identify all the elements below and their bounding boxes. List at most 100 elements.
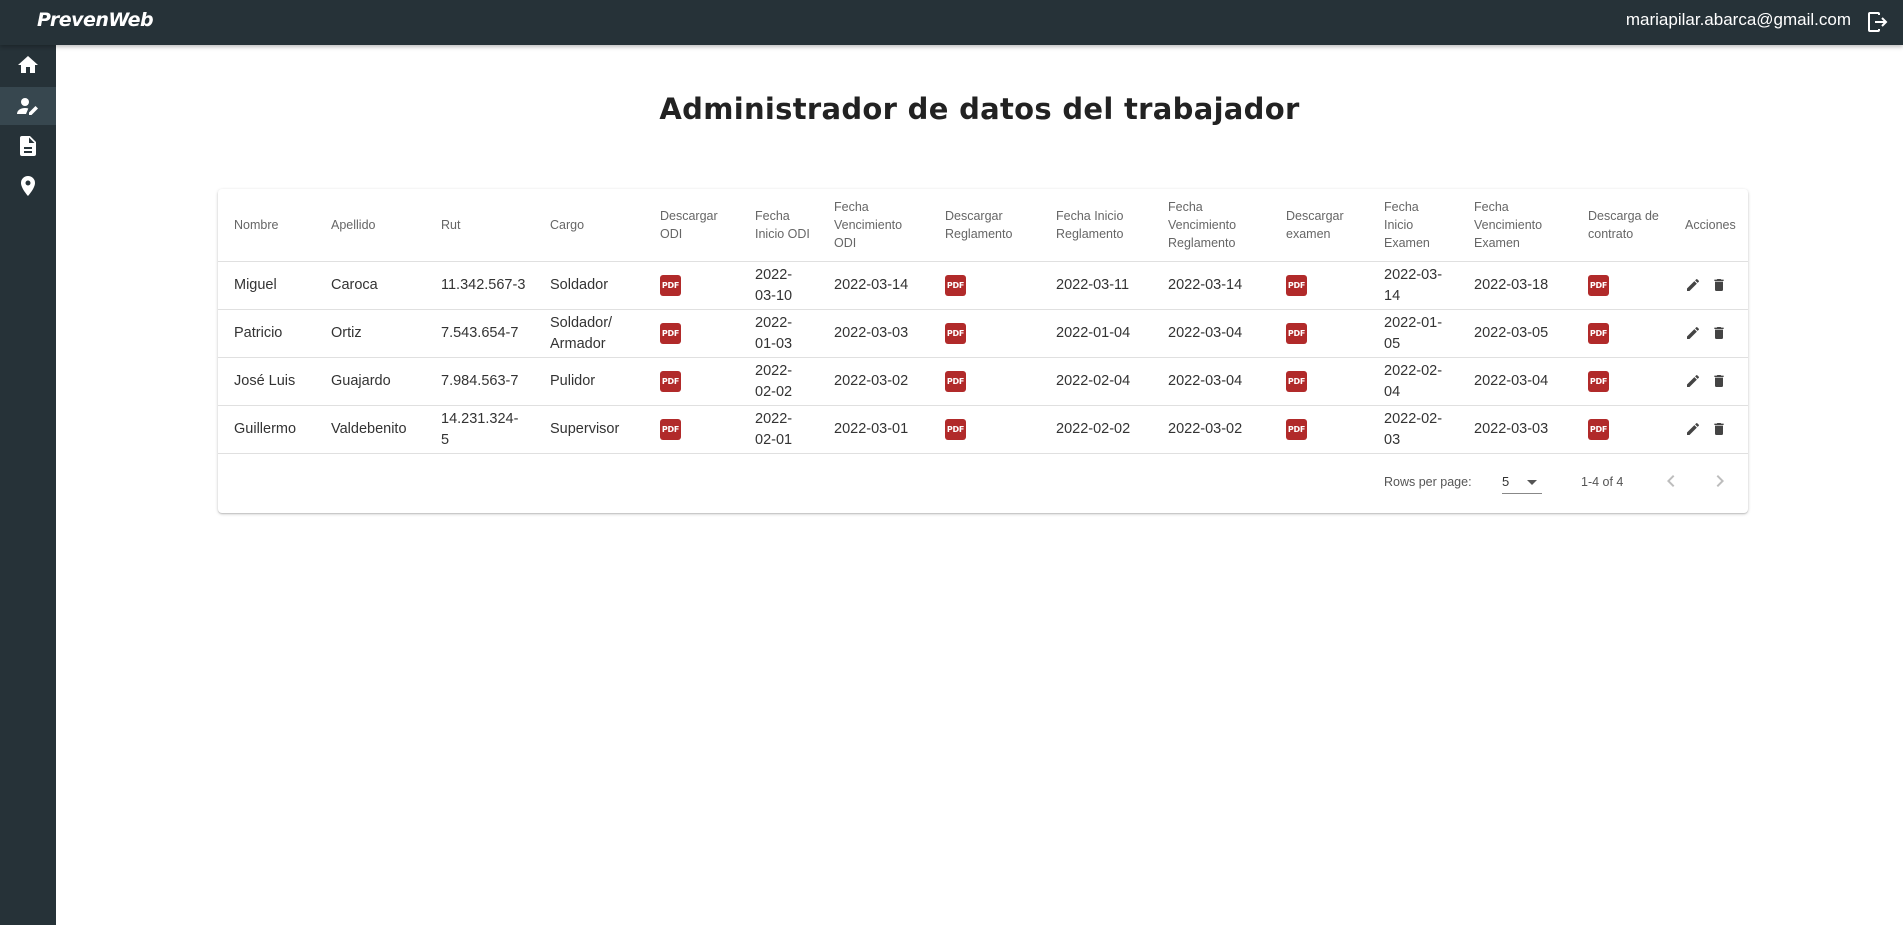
- person-edit-icon: [17, 98, 38, 115]
- cell-nombre: Miguel: [218, 261, 315, 310]
- cell-rut: 11.342.567-3: [425, 261, 534, 310]
- sidebar-item-locations[interactable]: [0, 167, 56, 205]
- chevron-right-icon[interactable]: [1708, 469, 1732, 493]
- pencil-icon[interactable]: [1685, 421, 1701, 437]
- cell-acciones: [1669, 261, 1748, 310]
- col-header-fecha-vencimiento-odi[interactable]: Fecha Vencimiento ODI: [818, 189, 929, 262]
- cell-fecha-vencimiento-reglamento: 2022-03-04: [1152, 309, 1270, 358]
- table-row: Guillermo Valdebenito 14.231.324-5 Super…: [218, 405, 1748, 454]
- cell-apellido: Valdebenito: [315, 405, 425, 454]
- cell-fecha-inicio-odi: 2022-02-01: [739, 405, 818, 454]
- download-reglamento-pdf-icon[interactable]: PDF: [945, 322, 966, 344]
- download-odi-pdf-icon[interactable]: PDF: [660, 274, 681, 296]
- download-contrato-pdf-icon[interactable]: PDF: [1588, 418, 1609, 440]
- trash-icon[interactable]: [1711, 373, 1727, 389]
- table-row: Miguel Caroca 11.342.567-3 Soldador PDF …: [218, 261, 1748, 310]
- col-header-acciones: Acciones: [1669, 189, 1748, 262]
- table-row: Patricio Ortiz 7.543.654-7 Soldador/ Arm…: [218, 309, 1748, 358]
- logout-icon[interactable]: [1865, 10, 1889, 34]
- chevron-left-icon[interactable]: [1659, 469, 1683, 493]
- download-contrato-pdf-icon[interactable]: PDF: [1588, 370, 1609, 392]
- download-odi-pdf-icon[interactable]: PDF: [660, 370, 681, 392]
- col-header-fecha-vencimiento-reglamento[interactable]: Fecha Vencimiento Reglamento: [1152, 189, 1270, 262]
- download-odi-pdf-icon[interactable]: PDF: [660, 418, 681, 440]
- rows-per-page-select[interactable]: 5: [1502, 469, 1542, 494]
- col-header-descargar-examen[interactable]: Descargar examen: [1270, 189, 1368, 262]
- download-reglamento-pdf-icon[interactable]: PDF: [945, 370, 966, 392]
- download-reglamento-pdf-icon[interactable]: PDF: [945, 418, 966, 440]
- download-contrato-pdf-icon[interactable]: PDF: [1588, 274, 1609, 296]
- top-app-bar: PrevenWeb mariapilar.abarca@gmail.com: [0, 0, 1903, 45]
- cell-fecha-vencimiento-odi: 2022-03-01: [818, 405, 929, 454]
- col-header-fecha-inicio-reglamento[interactable]: Fecha Inicio Reglamento: [1040, 189, 1152, 262]
- col-header-fecha-inicio-examen[interactable]: Fecha Inicio Examen: [1368, 189, 1458, 262]
- sidebar-item-workers[interactable]: [0, 87, 56, 125]
- pencil-icon[interactable]: [1685, 325, 1701, 341]
- pencil-icon[interactable]: [1685, 277, 1701, 293]
- cell-cargo: Supervisor: [534, 405, 644, 454]
- page-title: Administrador de datos del trabajador: [659, 92, 1300, 126]
- table-header-row: Nombre Apellido Rut Cargo Descargar ODI …: [218, 189, 1748, 262]
- cell-cargo: Soldador/ Armador: [534, 309, 644, 358]
- col-header-rut[interactable]: Rut: [425, 189, 534, 262]
- col-header-fecha-inicio-odi[interactable]: Fecha Inicio ODI: [739, 189, 818, 262]
- col-header-cargo[interactable]: Cargo: [534, 189, 644, 262]
- cell-acciones: [1669, 309, 1748, 358]
- col-header-descarga-contrato[interactable]: Descarga de contrato: [1572, 189, 1669, 262]
- document-icon: [20, 136, 36, 156]
- cell-fecha-inicio-reglamento: 2022-02-02: [1040, 405, 1152, 454]
- col-header-descargar-odi[interactable]: Descargar ODI: [644, 189, 739, 262]
- cell-fecha-vencimiento-examen: 2022-03-05: [1458, 309, 1572, 358]
- cell-fecha-inicio-reglamento: 2022-03-11: [1040, 261, 1152, 310]
- home-icon: [18, 56, 38, 73]
- trash-icon[interactable]: [1711, 277, 1727, 293]
- cell-fecha-inicio-reglamento: 2022-02-04: [1040, 357, 1152, 406]
- app-brand[interactable]: PrevenWeb: [37, 9, 154, 31]
- rows-per-page-value: 5: [1502, 474, 1510, 489]
- sidebar: [0, 45, 56, 925]
- cell-fecha-inicio-examen: 2022-02-04: [1368, 357, 1458, 406]
- cell-fecha-vencimiento-examen: 2022-03-03: [1458, 405, 1572, 454]
- col-header-nombre[interactable]: Nombre: [218, 189, 315, 262]
- col-header-apellido[interactable]: Apellido: [315, 189, 425, 262]
- download-examen-pdf-icon[interactable]: PDF: [1286, 418, 1307, 440]
- download-odi-pdf-icon[interactable]: PDF: [660, 322, 681, 344]
- cell-fecha-inicio-examen: 2022-01-05: [1368, 309, 1458, 358]
- trash-icon[interactable]: [1711, 421, 1727, 437]
- cell-apellido: Guajardo: [315, 357, 425, 406]
- cell-fecha-vencimiento-reglamento: 2022-03-14: [1152, 261, 1270, 310]
- cell-nombre: Patricio: [218, 309, 315, 358]
- download-reglamento-pdf-icon[interactable]: PDF: [945, 274, 966, 296]
- cell-fecha-vencimiento-examen: 2022-03-04: [1458, 357, 1572, 406]
- download-examen-pdf-icon[interactable]: PDF: [1286, 370, 1307, 392]
- cell-cargo: Pulidor: [534, 357, 644, 406]
- col-header-descargar-reglamento[interactable]: Descargar Reglamento: [929, 189, 1040, 262]
- cell-fecha-vencimiento-reglamento: 2022-03-04: [1152, 357, 1270, 406]
- cell-fecha-inicio-odi: 2022-02-02: [739, 357, 818, 406]
- col-header-fecha-vencimiento-examen[interactable]: Fecha Vencimiento Examen: [1458, 189, 1572, 262]
- cell-fecha-inicio-odi: 2022-01-03: [739, 309, 818, 358]
- table-pagination: Rows per page: 5 1-4 of 4: [218, 455, 1748, 512]
- pagination-range: 1-4 of 4: [1581, 475, 1624, 489]
- pencil-icon[interactable]: [1685, 373, 1701, 389]
- download-contrato-pdf-icon[interactable]: PDF: [1588, 322, 1609, 344]
- cell-cargo: Soldador: [534, 261, 644, 310]
- workers-table: Nombre Apellido Rut Cargo Descargar ODI …: [218, 189, 1748, 454]
- sidebar-item-documents[interactable]: [0, 127, 56, 165]
- cell-rut: 7.984.563-7: [425, 357, 534, 406]
- download-examen-pdf-icon[interactable]: PDF: [1286, 274, 1307, 296]
- cell-nombre: José Luis: [218, 357, 315, 406]
- cell-fecha-inicio-examen: 2022-03-14: [1368, 261, 1458, 310]
- trash-icon[interactable]: [1711, 325, 1727, 341]
- workers-table-card: Nombre Apellido Rut Cargo Descargar ODI …: [218, 189, 1748, 513]
- cell-rut: 14.231.324-5: [425, 405, 534, 454]
- download-examen-pdf-icon[interactable]: PDF: [1286, 322, 1307, 344]
- cell-fecha-vencimiento-odi: 2022-03-02: [818, 357, 929, 406]
- location-pin-icon: [21, 176, 35, 196]
- table-row: José Luis Guajardo 7.984.563-7 Pulidor P…: [218, 357, 1748, 406]
- cell-nombre: Guillermo: [218, 405, 315, 454]
- user-email: mariapilar.abarca@gmail.com: [1625, 10, 1851, 29]
- sidebar-item-home[interactable]: [0, 46, 56, 84]
- cell-acciones: [1669, 405, 1748, 454]
- cell-apellido: Caroca: [315, 261, 425, 310]
